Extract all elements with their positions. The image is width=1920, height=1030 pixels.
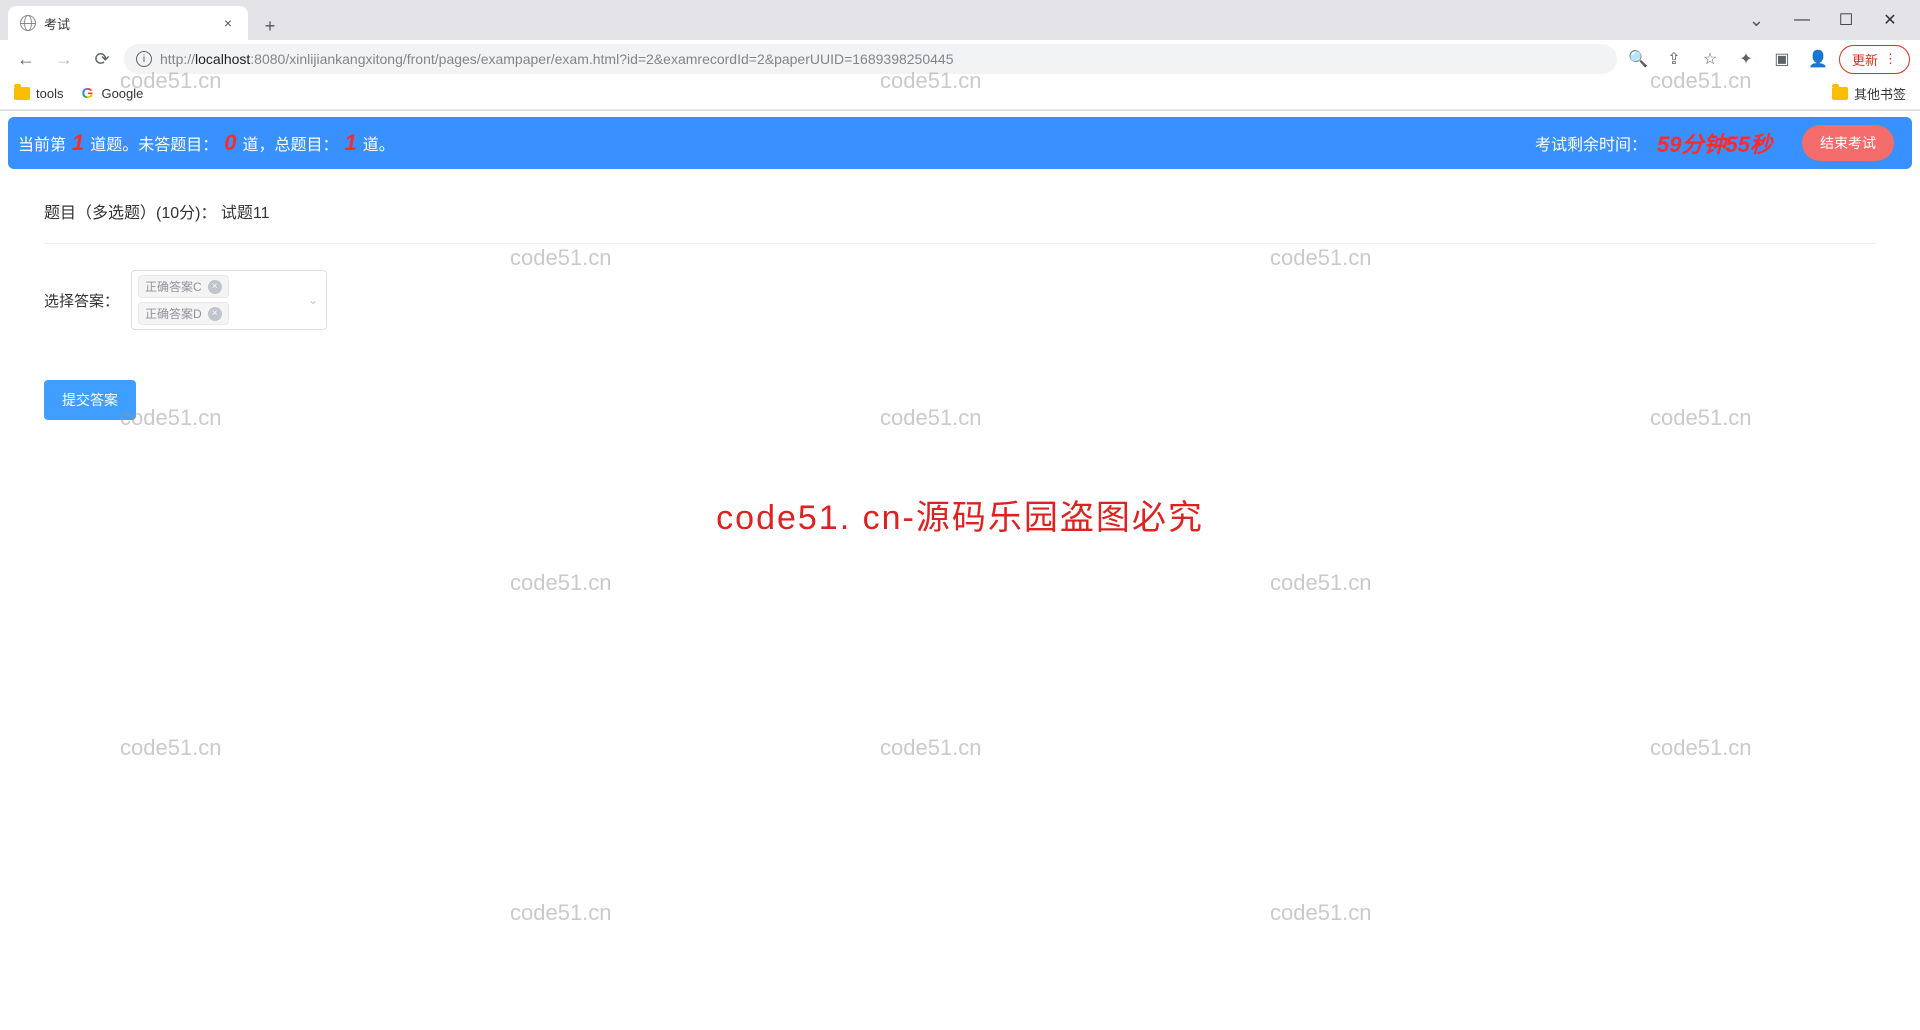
question-area: 题目（多选题）(10分)： 试题11 选择答案： 正确答案C × 正确答案D ×…	[8, 169, 1912, 450]
site-info-icon[interactable]: i	[136, 51, 152, 67]
watermark: code51.cn	[1270, 900, 1372, 926]
forward-button[interactable]: →	[48, 43, 80, 75]
profile-icon[interactable]: 👤	[1803, 44, 1833, 74]
bookmark-google[interactable]: G Google	[79, 86, 143, 102]
answer-select[interactable]: 正确答案C × 正确答案D × ⌄	[131, 270, 327, 330]
close-icon[interactable]: ×	[220, 15, 236, 31]
tab-title: 考试	[44, 14, 212, 33]
timer-label: 考试剩余时间：	[1535, 131, 1647, 155]
browser-tab[interactable]: 考试 ×	[8, 6, 248, 40]
tag-label: 正确答案C	[145, 278, 202, 295]
answer-label: 选择答案：	[44, 290, 119, 311]
window-controls: ⌄ — ☐ ✕	[1737, 0, 1920, 40]
watermark: code51.cn	[510, 900, 612, 926]
address-row: ← → ⟳ i http://localhost:8080/xinlijiank…	[0, 40, 1920, 78]
tab-dropdown-icon[interactable]: ⌄	[1737, 10, 1776, 31]
unanswered-count: 0	[224, 130, 236, 156]
watermark: code51.cn	[1270, 570, 1372, 596]
timer-value: 59分钟55秒	[1657, 127, 1772, 159]
share-icon[interactable]: ⇪	[1659, 44, 1689, 74]
extensions-icon[interactable]: ✦	[1731, 44, 1761, 74]
chevron-down-icon: ⌄	[308, 293, 318, 307]
zoom-icon[interactable]: 🔍	[1623, 44, 1653, 74]
bookmarks-bar: tools G Google 其他书签	[0, 78, 1920, 110]
tag-remove-icon[interactable]: ×	[208, 280, 222, 294]
selected-tag[interactable]: 正确答案C ×	[138, 275, 229, 298]
answer-row: 选择答案： 正确答案C × 正确答案D × ⌄	[44, 270, 1876, 330]
star-icon[interactable]: ☆	[1695, 44, 1725, 74]
question-title: 题目（多选题）(10分)： 试题11	[44, 199, 1876, 223]
exam-header: 当前第 1 道题。未答题目： 0 道，总题目： 1 道。 考试剩余时间： 59分…	[8, 117, 1912, 169]
update-button[interactable]: 更新 ⋮	[1839, 45, 1910, 74]
close-window-button[interactable]: ✕	[1872, 5, 1908, 35]
end-exam-button[interactable]: 结束考试	[1802, 125, 1894, 161]
maximize-button[interactable]: ☐	[1828, 5, 1864, 35]
watermark-big: code51. cn-源码乐园盗图必究	[716, 490, 1204, 539]
watermark: code51.cn	[510, 570, 612, 596]
tag-label: 正确答案D	[145, 305, 202, 322]
bookmark-tools[interactable]: tools	[14, 86, 63, 101]
address-bar[interactable]: i http://localhost:8080/xinlijiankangxit…	[124, 44, 1617, 74]
watermark: code51.cn	[120, 735, 222, 761]
exam-status: 当前第 1 道题。未答题目： 0 道，总题目： 1 道。	[18, 130, 395, 156]
update-label: 更新	[1852, 50, 1878, 69]
browser-chrome: 考试 × + ⌄ — ☐ ✕ ← → ⟳ i http://localhost:…	[0, 0, 1920, 111]
new-tab-button[interactable]: +	[256, 12, 284, 40]
folder-icon	[1832, 87, 1848, 100]
google-icon: G	[79, 86, 95, 102]
folder-icon	[14, 87, 30, 100]
selected-tag[interactable]: 正确答案D ×	[138, 302, 229, 325]
watermark: code51.cn	[880, 735, 982, 761]
page-content: 当前第 1 道题。未答题目： 0 道，总题目： 1 道。 考试剩余时间： 59分…	[0, 117, 1920, 450]
reload-button[interactable]: ⟳	[86, 43, 118, 75]
url-text: http://localhost:8080/xinlijiankangxiton…	[160, 51, 954, 67]
tag-remove-icon[interactable]: ×	[208, 307, 222, 321]
watermark: code51.cn	[1650, 735, 1752, 761]
divider	[44, 243, 1876, 244]
tab-strip: 考试 × + ⌄ — ☐ ✕	[0, 0, 1920, 40]
kebab-icon: ⋮	[1884, 51, 1897, 67]
globe-icon	[20, 15, 36, 31]
current-question-number: 1	[72, 130, 84, 156]
submit-answer-button[interactable]: 提交答案	[44, 380, 136, 420]
total-count: 1	[345, 130, 357, 156]
other-bookmarks[interactable]: 其他书签	[1832, 84, 1906, 103]
sidepanel-icon[interactable]: ▣	[1767, 44, 1797, 74]
minimize-button[interactable]: —	[1784, 5, 1820, 35]
back-button[interactable]: ←	[10, 43, 42, 75]
